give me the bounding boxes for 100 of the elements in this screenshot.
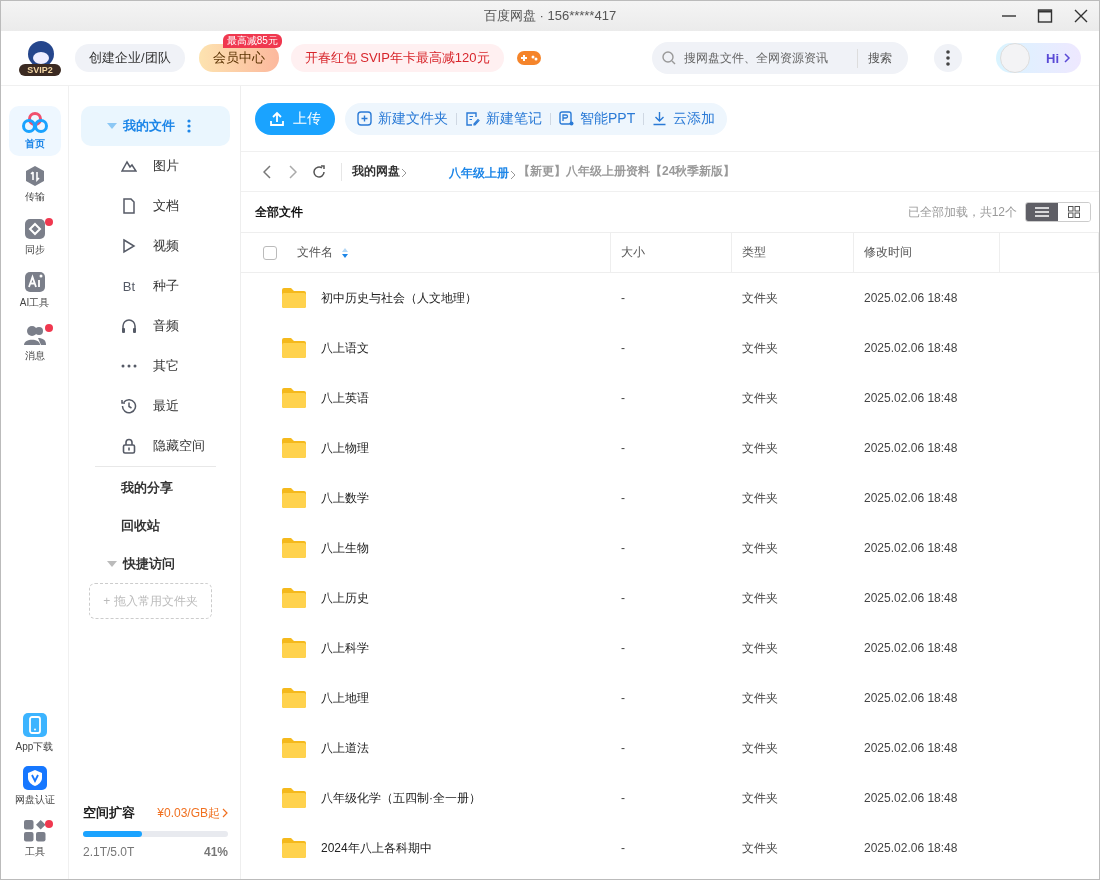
modified-time: 2025.02.06 18:48	[863, 691, 959, 705]
category-item[interactable]: 音频	[81, 306, 230, 346]
file-type: 文件夹	[741, 689, 779, 707]
more-icon[interactable]	[187, 119, 191, 133]
folder-icon	[281, 737, 307, 759]
lock-icon	[122, 438, 136, 454]
modified-time: 2025.02.06 18:48	[863, 641, 959, 655]
rail-item[interactable]: 工具	[8, 814, 61, 864]
file-type: 文件夹	[741, 489, 779, 507]
rail-item[interactable]: 同步	[8, 212, 61, 262]
modified-time: 2025.02.06 18:48	[863, 391, 959, 405]
toolbar-button[interactable]: 云添加	[644, 109, 724, 128]
file-name[interactable]: 八上物理	[321, 439, 369, 457]
file-name[interactable]: 八上数学	[321, 489, 369, 507]
file-type: 文件夹	[741, 639, 779, 657]
modified-time: 2025.02.06 18:48	[863, 841, 959, 855]
column-header[interactable]: 修改时间	[864, 244, 912, 261]
caret-down-icon	[107, 560, 117, 568]
folder-icon	[281, 637, 307, 659]
toolbar-button[interactable]: 智能PPT	[551, 109, 644, 128]
slides-icon	[559, 111, 574, 126]
list-title: 全部文件	[255, 203, 303, 221]
file-type: 文件夹	[741, 339, 779, 357]
maximize-icon	[1037, 8, 1053, 24]
column-header[interactable]: 文件名	[297, 244, 333, 261]
category-item[interactable]: 视频	[81, 226, 230, 266]
file-size: -	[620, 741, 626, 755]
more-button[interactable]	[934, 44, 962, 72]
toolbar-button[interactable]: 新建文件夹	[349, 109, 456, 128]
category-item[interactable]: 其它	[81, 346, 230, 386]
toolbar-button[interactable]: 新建笔记	[457, 109, 550, 128]
file-name[interactable]: 八上历史	[321, 589, 369, 607]
rail-item[interactable]: AI工具	[8, 265, 61, 315]
chevron-right-icon	[1063, 53, 1071, 63]
create-team-button[interactable]: 创建企业/团队	[75, 44, 185, 72]
file-name[interactable]: 初中历史与社会（人文地理）	[321, 289, 477, 307]
headphones-icon	[121, 318, 137, 334]
file-name[interactable]: 八上地理	[321, 689, 369, 707]
file-name[interactable]: 八年级化学（五四制·全一册）	[321, 789, 481, 807]
modified-time: 2025.02.06 18:48	[863, 541, 959, 555]
caret-down-icon	[107, 122, 117, 130]
history-icon	[121, 398, 137, 414]
file-type: 文件夹	[741, 839, 779, 857]
chevron-right-icon	[401, 166, 407, 177]
upload-icon	[269, 110, 285, 127]
sort-icon[interactable]	[341, 246, 349, 259]
rail-item[interactable]: 传输	[8, 159, 61, 209]
category-item[interactable]: 最近	[81, 386, 230, 426]
column-header[interactable]: 大小	[621, 244, 645, 261]
promo-button[interactable]: 开春红包 SVIP年卡最高减120元	[290, 44, 504, 72]
ai-tool-icon	[23, 270, 46, 293]
category-item[interactable]: Bt 种子	[81, 266, 230, 306]
breadcrumb-item[interactable]: 八年级上册	[409, 156, 516, 191]
column-header[interactable]: 类型	[742, 244, 766, 261]
chevron-right-icon	[510, 168, 516, 179]
rail-item[interactable]: App下载	[8, 708, 61, 758]
nav-link[interactable]: 我的分享	[81, 471, 230, 505]
folder-plus-icon	[357, 111, 372, 126]
file-type: 文件夹	[741, 589, 779, 607]
file-type: 文件夹	[741, 539, 779, 557]
phone-app-icon	[22, 712, 47, 737]
nav-link[interactable]: 回收站	[81, 509, 230, 543]
file-size: -	[620, 491, 626, 505]
storage-title: 空间扩容	[83, 804, 135, 822]
window-title: 百度网盘 · 156*****417	[483, 7, 617, 25]
chevron-right-icon	[289, 164, 297, 179]
refresh-icon	[312, 164, 326, 179]
category-item[interactable]: 文档	[81, 186, 230, 226]
view-toggle-button[interactable]	[1026, 203, 1058, 221]
modified-time: 2025.02.06 18:48	[863, 291, 959, 305]
file-name[interactable]: 2024年八上各科期中	[321, 839, 432, 857]
category-item[interactable]: 隐藏空间	[81, 426, 230, 466]
ellipsis-icon	[121, 364, 137, 368]
category-item[interactable]: 图片	[81, 146, 230, 186]
file-name[interactable]: 八上道法	[321, 739, 369, 757]
folder-icon	[281, 687, 307, 709]
folder-icon	[281, 587, 307, 609]
quick-access-item[interactable]: 快捷访问	[81, 547, 230, 581]
folder-icon	[281, 837, 307, 859]
select-all-checkbox[interactable]	[263, 245, 277, 260]
file-size: -	[620, 541, 626, 555]
search-button[interactable]: 搜索	[857, 48, 898, 68]
rail-item[interactable]: 网盘认证	[8, 761, 61, 811]
file-name[interactable]: 八上生物	[321, 539, 369, 557]
people-icon	[22, 323, 47, 346]
chevron-left-icon	[263, 164, 271, 179]
assistant-button[interactable]: Hi	[996, 43, 1081, 73]
file-name[interactable]: 八上科学	[321, 639, 369, 657]
rail-item[interactable]: 消息	[8, 318, 61, 368]
gamepad-icon[interactable]	[515, 49, 542, 67]
file-name[interactable]: 八上英语	[321, 389, 369, 407]
breadcrumb-item[interactable]: 我的网盘	[352, 163, 407, 180]
rail-item[interactable]: 首页	[8, 106, 61, 156]
file-name[interactable]: 八上语文	[321, 339, 369, 357]
more-icon	[946, 50, 950, 66]
vip-level-badge: SVIP2	[19, 64, 61, 76]
folder-icon	[281, 787, 307, 809]
modified-time: 2025.02.06 18:48	[863, 491, 959, 505]
verified-shield-icon	[22, 765, 47, 790]
search-field[interactable]: 搜网盘文件、全网资源资讯 搜索	[652, 42, 908, 74]
